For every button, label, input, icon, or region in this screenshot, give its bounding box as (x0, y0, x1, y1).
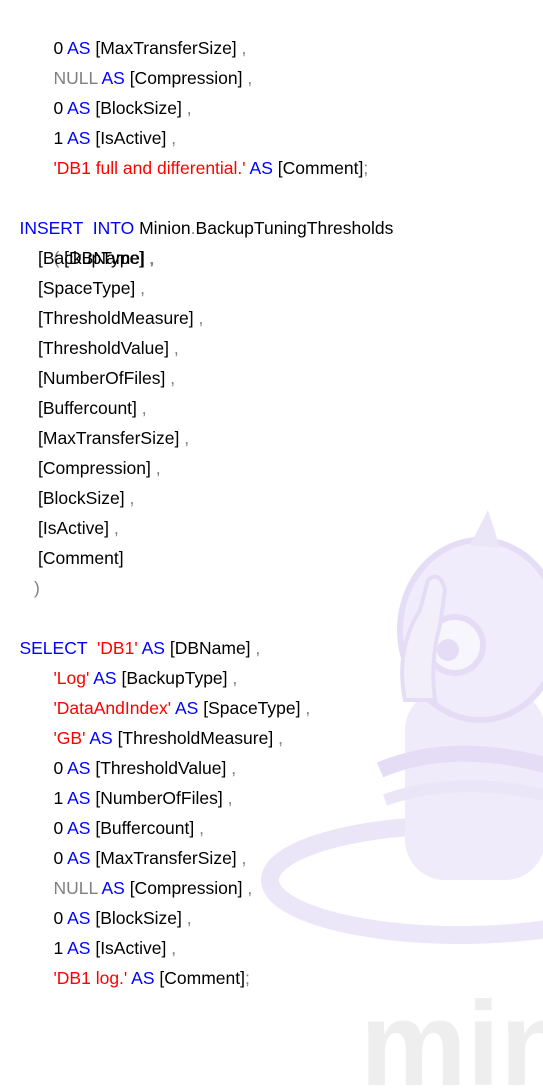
select-row-line: 'DB1 log.' AS [Comment]; (53, 968, 250, 988)
code-line: 0 AS [BlockSize] , (53, 98, 192, 118)
select-row-line: 1 AS [IsActive] , (53, 938, 177, 958)
column-list-line: [Comment] (38, 548, 124, 568)
code-line: 1 AS [IsActive] , (53, 128, 177, 148)
column-list-line: [BlockSize] , (38, 488, 135, 508)
select-row-line: 1 AS [NumberOfFiles] , (53, 788, 233, 808)
select-row-line: 'Log' AS [BackupType] , (53, 668, 238, 688)
select-row-line: 0 AS [Buffercount] , (53, 818, 204, 838)
code-line: NULL AS [Compression] , (53, 68, 253, 88)
column-list-line: [Compression] , (38, 458, 161, 478)
select-row-line: 0 AS [BlockSize] , (53, 908, 192, 928)
select-row-line: 0 AS [MaxTransferSize] , (53, 848, 247, 868)
column-list-line: [ThresholdMeasure] , (38, 308, 204, 328)
column-list-line: [SpaceType] , (38, 278, 146, 298)
column-list-line: [ThresholdValue] , (38, 338, 179, 358)
code-line: 'DB1 full and differential.' AS [Comment… (53, 158, 369, 178)
column-list-line: ( [DBName] , (53, 248, 155, 268)
column-list-line: [MaxTransferSize] , (38, 428, 190, 448)
column-list-close: ) (34, 578, 40, 598)
column-list-line: [BackupType] , (38, 248, 154, 268)
column-list-line: [NumberOfFiles] , (38, 368, 176, 388)
select-row-line: NULL AS [Compression] , (53, 878, 253, 898)
select-statement-line: SELECT 'DB1' AS [DBName] , (19, 638, 261, 658)
insert-statement-line: INSERT INTO Minion.BackupTuningThreshold… (19, 218, 394, 238)
column-list-line: [Buffercount] , (38, 398, 147, 418)
select-row-line: 0 AS [ThresholdValue] , (53, 758, 237, 778)
select-row-line: 'GB' AS [ThresholdMeasure] , (53, 728, 283, 748)
sql-code-listing: 0 AS [MaxTransferSize] , NULL AS [Compre… (0, 0, 543, 1090)
select-row-line: 'DataAndIndex' AS [SpaceType] , (53, 698, 311, 718)
code-line: 0 AS [MaxTransferSize] , (53, 38, 247, 58)
column-list-line: [IsActive] , (38, 518, 119, 538)
